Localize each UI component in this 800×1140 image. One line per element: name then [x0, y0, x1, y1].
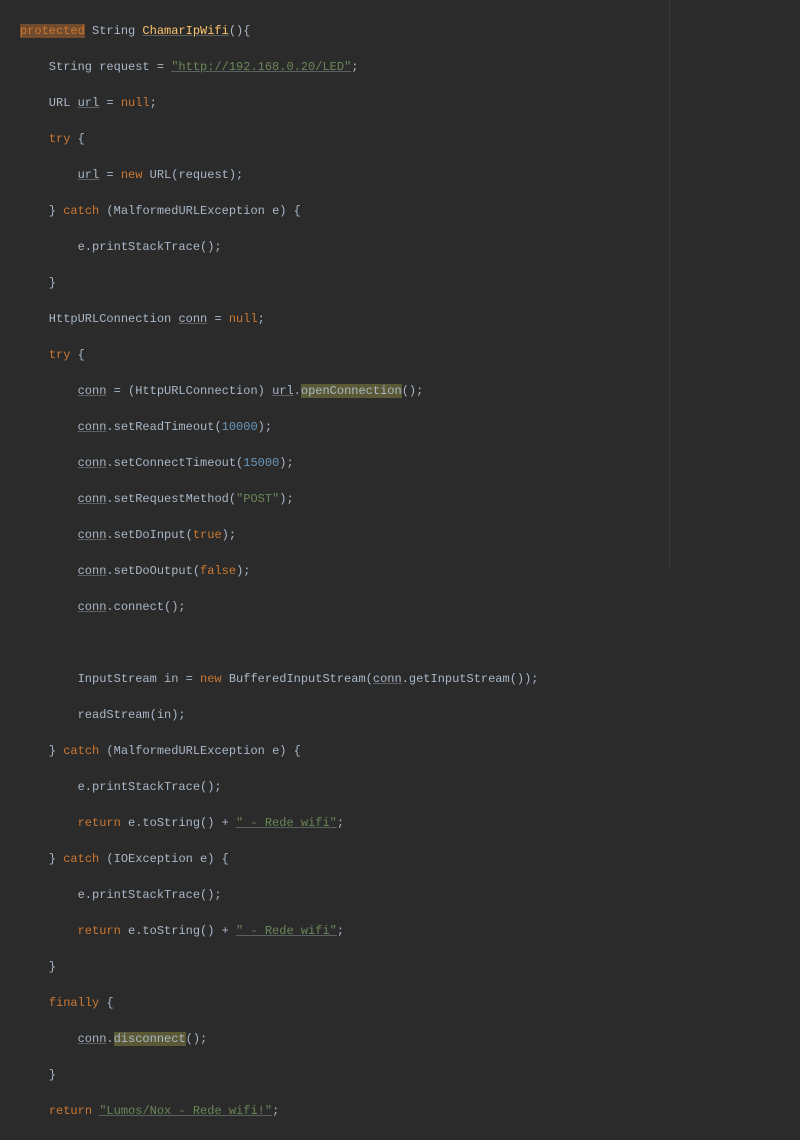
code-line: String request = "http://192.168.0.20/LE…: [20, 58, 800, 76]
code-line: readStream(in);: [20, 706, 800, 724]
code-line: finally {: [20, 994, 800, 1012]
code-line: InputStream in = new BufferedInputStream…: [20, 670, 800, 688]
code-line: }: [20, 958, 800, 976]
code-line: url = new URL(request);: [20, 166, 800, 184]
code-line: conn.setDoInput(true);: [20, 526, 800, 544]
code-line: e.printStackTrace();: [20, 778, 800, 796]
right-margin-guide: [669, 0, 670, 570]
code-line: URL url = null;: [20, 94, 800, 112]
code-line: conn.connect();: [20, 598, 800, 616]
highlighted-call: openConnection: [301, 384, 402, 398]
highlighted-call: disconnect: [114, 1032, 186, 1046]
code-line: HttpURLConnection conn = null;: [20, 310, 800, 328]
method-name: ChamarIpWifi: [142, 24, 228, 38]
code-line: conn.setRequestMethod("POST");: [20, 490, 800, 508]
code-line: conn.setConnectTimeout(15000);: [20, 454, 800, 472]
code-line: [20, 634, 800, 652]
code-line: return e.toString() + " - Rede wifi";: [20, 814, 800, 832]
code-line: try {: [20, 130, 800, 148]
code-line: conn.setReadTimeout(10000);: [20, 418, 800, 436]
code-line: conn.setDoOutput(false);: [20, 562, 800, 580]
code-line: conn = (HttpURLConnection) url.openConne…: [20, 382, 800, 400]
code-line: conn.disconnect();: [20, 1030, 800, 1048]
code-line: protected String ChamarIpWifi(){: [20, 22, 800, 40]
code-line: } catch (MalformedURLException e) {: [20, 202, 800, 220]
code-line: try {: [20, 346, 800, 364]
code-line: }: [20, 1066, 800, 1084]
code-line: } catch (IOException e) {: [20, 850, 800, 868]
code-line: e.printStackTrace();: [20, 886, 800, 904]
code-line: return e.toString() + " - Rede wifi";: [20, 922, 800, 940]
code-line: } catch (MalformedURLException e) {: [20, 742, 800, 760]
code-line: return "Lumos/Nox - Rede wifi!";: [20, 1102, 800, 1120]
keyword-protected: protected: [20, 24, 85, 38]
code-line: e.printStackTrace();: [20, 238, 800, 256]
code-editor[interactable]: protected String ChamarIpWifi(){ String …: [0, 0, 800, 1140]
string-literal: "http://192.168.0.20/LED": [171, 60, 351, 74]
code-line: }: [20, 274, 800, 292]
